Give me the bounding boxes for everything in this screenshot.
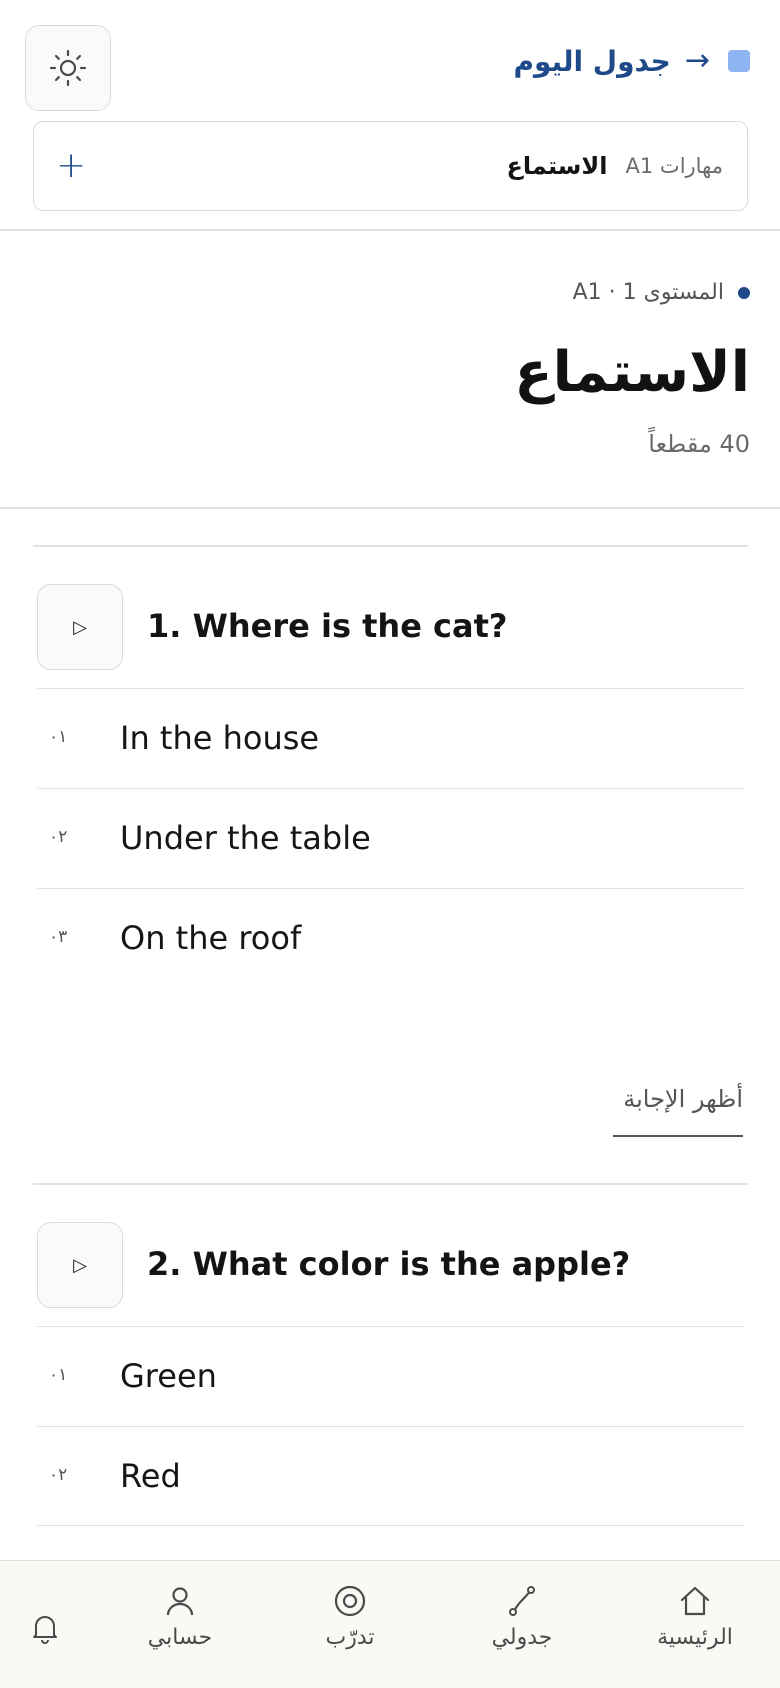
today-schedule-link[interactable]: جدول اليوم → (513, 38, 750, 84)
option-text: Under the table (120, 819, 371, 857)
nav-label: حسابي (147, 1625, 213, 1650)
theme-toggle-button[interactable] (25, 25, 111, 111)
user-icon (166, 1587, 194, 1616)
question-header: ▷ 2. What color is the apple? (33, 1185, 748, 1326)
level-dot-icon (738, 286, 750, 299)
route-icon (509, 1586, 535, 1616)
answer-option[interactable]: ٠٢ Red (37, 1426, 744, 1526)
skill-current-label: الاستماع (506, 152, 608, 180)
nav-account[interactable]: حسابي (130, 1561, 230, 1688)
answer-option[interactable]: ٠٣ On the roof (37, 888, 744, 988)
bottom-nav: حسابي تدرّب جدولي الرئيسية (0, 1560, 780, 1688)
today-marker-icon (728, 50, 750, 72)
option-text: Green (120, 1357, 217, 1395)
play-button[interactable]: ▷ (37, 584, 123, 670)
skill-breadcrumb: مهارات A1 الاستماع (507, 152, 723, 180)
add-button[interactable]: + (56, 148, 86, 184)
question-text: 2. What color is the apple? (147, 1245, 631, 1283)
option-number: ٠١ (49, 727, 68, 747)
show-answer-button[interactable]: أظهر الإجابة (613, 1085, 743, 1137)
answer-option[interactable]: ٠١ Green (37, 1326, 744, 1426)
page-title: الاستماع (514, 340, 751, 405)
skill-selector[interactable]: + مهارات A1 الاستماع (33, 121, 748, 211)
skill-group-label: مهارات A1 (625, 154, 723, 178)
level-indicator: المستوى A1 · 1 (573, 280, 750, 305)
question-header: ▷ 1. Where is the cat? (33, 547, 748, 688)
answer-option[interactable]: ٠٢ Under the table (37, 788, 744, 888)
header-divider (0, 229, 780, 231)
today-schedule-label: جدول اليوم (513, 44, 671, 78)
option-text: Red (120, 1457, 181, 1495)
arrow-right-icon: → (684, 43, 710, 78)
nav-schedule[interactable]: جدولي (472, 1561, 572, 1688)
nav-home[interactable]: الرئيسية (640, 1561, 750, 1688)
bell-icon (33, 1616, 57, 1644)
nav-practice[interactable]: تدرّب (300, 1561, 400, 1688)
option-text: In the house (120, 719, 320, 757)
play-icon: ▷ (73, 616, 87, 638)
option-number: ٠٢ (49, 1465, 68, 1485)
question-card: ▷ 2. What color is the apple? ٠١ Green ٠… (33, 1183, 748, 1526)
level-label: المستوى A1 · 1 (572, 280, 724, 305)
section-divider (0, 507, 780, 509)
sun-icon (49, 49, 87, 87)
page: جدول اليوم → + مهارات A1 الاستماع المستو… (0, 0, 780, 1688)
nav-label: الرئيسية (657, 1625, 733, 1650)
option-number: ٠١ (49, 1365, 68, 1385)
play-button[interactable]: ▷ (37, 1222, 123, 1308)
option-text: On the roof (120, 919, 302, 957)
question-card: ▷ 1. Where is the cat? ٠١ In the house ٠… (33, 545, 748, 988)
play-icon: ▷ (73, 1254, 87, 1276)
option-number: ٠٣ (49, 927, 68, 947)
nav-label: جدولي (491, 1625, 553, 1650)
nav-label: تدرّب (325, 1625, 375, 1650)
nav-notifications[interactable] (15, 1561, 75, 1688)
target-icon (334, 1585, 366, 1617)
answer-option[interactable]: ٠١ In the house (37, 688, 744, 788)
question-text: 1. Where is the cat? (147, 607, 508, 645)
option-number: ٠٢ (49, 827, 68, 847)
clip-count: 40 مقطعاً (648, 430, 750, 458)
home-icon (680, 1586, 710, 1616)
